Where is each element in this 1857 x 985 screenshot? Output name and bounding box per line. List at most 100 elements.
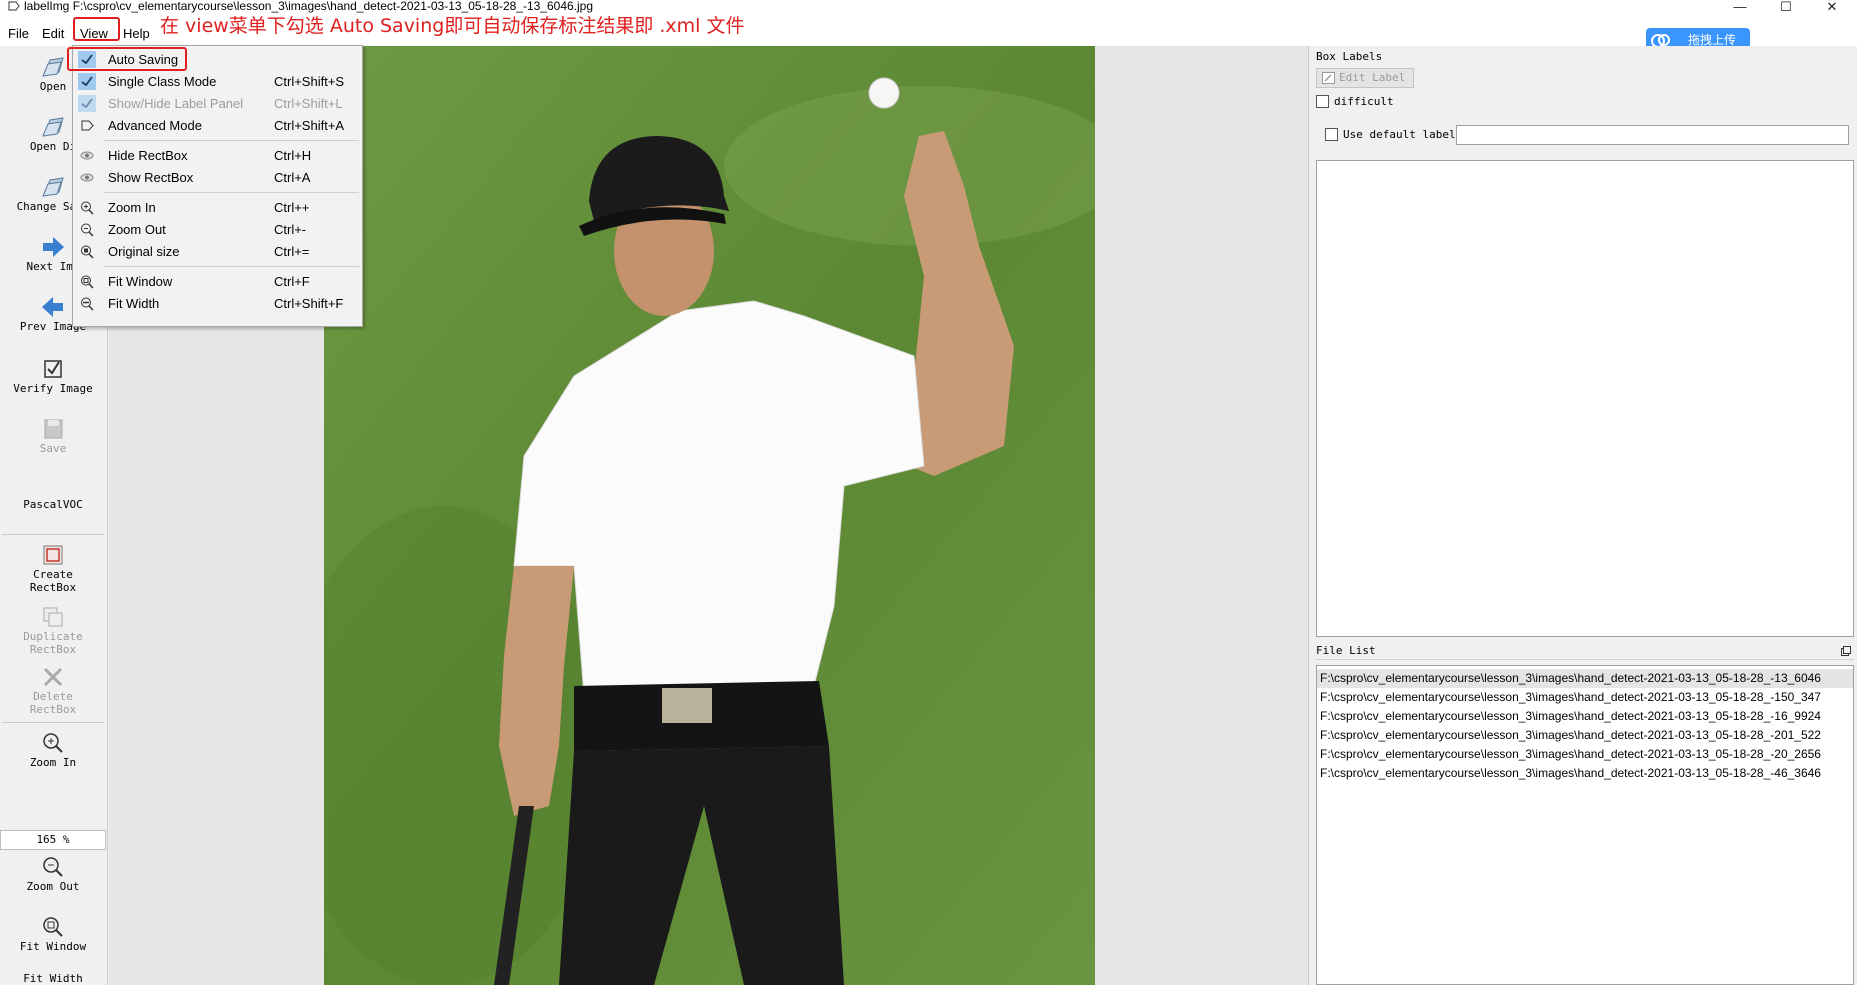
zoom-spinbox[interactable]: 165 %	[0, 830, 106, 850]
toolbar-separator	[2, 722, 104, 723]
arrow-right-icon	[43, 237, 64, 257]
menu-item-shortcut: Ctrl+Shift+A	[274, 118, 345, 133]
file-list-item[interactable]: F:\cspro\cv_elementarycourse\lesson_3\im…	[1317, 745, 1853, 764]
use-default-label-text: Use default label	[1343, 128, 1456, 141]
default-label-input[interactable]	[1456, 125, 1849, 145]
delete-rectbox-label-2: RectBox	[29, 703, 77, 716]
edit-label-text: Edit Label	[1339, 71, 1406, 84]
file-list-title: File List	[1316, 644, 1376, 657]
verify-image-label: Verify Image	[13, 382, 93, 395]
delete-rectbox-button[interactable]: Delete RectBox	[0, 664, 106, 716]
close-button[interactable]: ✕	[1809, 0, 1855, 14]
menu-item-fit-width[interactable]: Fit Width Ctrl+Shift+F	[74, 292, 361, 315]
auto-saving-highlight-box	[67, 47, 187, 71]
edit-icon	[1322, 72, 1335, 84]
menu-item-shortcut: Ctrl+Shift+S	[274, 74, 345, 89]
menu-item-show-hide-label-panel[interactable]: Show/Hide Label Panel Ctrl+Shift+L	[74, 92, 361, 115]
menu-item-zoom-out[interactable]: Zoom Out Ctrl+-	[74, 218, 361, 241]
right-dock: Box Labels Edit Label difficult Use defa…	[1312, 46, 1857, 985]
open-label: Open	[39, 80, 67, 93]
view-menu-highlight-box	[73, 17, 120, 41]
save-label: Save	[39, 442, 67, 455]
menu-item-shortcut: Ctrl+Shift+F	[274, 296, 344, 311]
golfer-photo	[324, 46, 1095, 985]
zoom-out-label: Zoom Out	[26, 880, 80, 893]
menu-item-original-size[interactable]: Original size Ctrl+=	[74, 240, 361, 263]
duplicate-rectbox-button[interactable]: Duplicate RectBox	[0, 604, 106, 656]
menu-item-label: Zoom In	[108, 200, 156, 215]
verify-image-button[interactable]: Verify Image	[0, 356, 106, 395]
checkbox-icon	[44, 360, 62, 378]
duplicate-rectbox-label-2: RectBox	[29, 643, 77, 656]
create-rectbox-label-1: Create	[33, 568, 73, 581]
file-list-item[interactable]: F:\cspro\cv_elementarycourse\lesson_3\im…	[1317, 688, 1853, 707]
create-rectbox-icon	[43, 545, 63, 565]
expert-icon	[81, 120, 94, 131]
zoom-out-icon	[81, 223, 94, 237]
fit-window-label: Fit Window	[19, 940, 87, 953]
file-list-item[interactable]: F:\cspro\cv_elementarycourse\lesson_3\im…	[1317, 764, 1853, 783]
menu-item-shortcut: Ctrl+-	[274, 222, 307, 237]
menu-edit[interactable]: Edit	[42, 26, 64, 41]
menu-item-zoom-in[interactable]: Zoom In Ctrl++	[74, 196, 361, 219]
menu-item-shortcut: Ctrl+=	[274, 244, 310, 259]
menu-item-fit-window[interactable]: Fit Window Ctrl+F	[74, 270, 361, 293]
fit-window-icon	[81, 275, 94, 289]
menu-item-shortcut: Ctrl+Shift+L	[274, 96, 343, 111]
file-list-item[interactable]: F:\cspro\cv_elementarycourse\lesson_3\im…	[1317, 726, 1853, 745]
menu-item-shortcut: Ctrl+H	[274, 148, 312, 163]
open-icon	[42, 57, 64, 77]
menu-separator	[104, 192, 359, 193]
menu-item-shortcut: Ctrl+F	[274, 274, 310, 289]
arrow-left-icon	[42, 297, 63, 317]
delete-rectbox-label-1: Delete	[33, 690, 73, 703]
duplicate-icon	[43, 607, 63, 627]
menu-item-label: Zoom Out	[108, 222, 166, 237]
zoom-in-label: Zoom In	[29, 756, 77, 769]
menu-item-label: Fit Window	[108, 274, 173, 289]
fit-width-label: Fit Width	[23, 972, 83, 985]
menu-item-shortcut: Ctrl+A	[274, 170, 311, 185]
delete-icon	[43, 667, 63, 687]
menu-item-label: Single Class Mode	[108, 74, 217, 89]
float-dock-icon[interactable]	[1841, 646, 1851, 656]
check-icon	[81, 76, 93, 87]
use-default-label-checkbox[interactable]	[1325, 128, 1338, 141]
menu-item-single-class-mode[interactable]: Single Class Mode Ctrl+Shift+S	[74, 70, 361, 93]
toolbar-separator	[2, 534, 104, 535]
create-rectbox-label-2: RectBox	[29, 581, 77, 594]
zoom-out-icon	[43, 857, 63, 877]
menu-item-label: Original size	[108, 244, 180, 259]
edit-label-button[interactable]: Edit Label	[1316, 68, 1414, 88]
menu-item-shortcut: Ctrl++	[274, 200, 310, 215]
view-menu-dropdown: Auto Saving Single Class Mode Ctrl+Shift…	[72, 45, 363, 327]
menu-item-label: Hide RectBox	[108, 148, 188, 163]
file-list-item[interactable]: F:\cspro\cv_elementarycourse\lesson_3\im…	[1317, 669, 1853, 688]
zoom-out-button[interactable]: Zoom Out	[0, 854, 106, 893]
difficult-checkbox[interactable]	[1316, 95, 1329, 108]
menu-item-advanced-mode[interactable]: Advanced Mode Ctrl+Shift+A	[74, 114, 361, 137]
save-button[interactable]: Save	[0, 416, 106, 455]
maximize-button[interactable]: ☐	[1763, 0, 1809, 14]
minimize-button[interactable]: —	[1717, 0, 1763, 14]
save-icon	[44, 419, 63, 439]
tutorial-annotation: 在 view菜单下勾选 Auto Saving即可自动保存标注结果即 .xml …	[160, 15, 745, 37]
change-save-icon	[42, 177, 64, 197]
label-list[interactable]	[1316, 160, 1854, 637]
box-labels-title: Box Labels	[1316, 50, 1383, 63]
format-toggle-button[interactable]: PascalVOC	[0, 498, 106, 511]
menu-file[interactable]: File	[8, 26, 29, 41]
zoom-in-icon	[43, 733, 63, 753]
menu-item-show-rectbox[interactable]: Show RectBox Ctrl+A	[74, 166, 361, 189]
zoom-in-button[interactable]: Zoom In	[0, 730, 106, 769]
fit-width-button[interactable]: Fit Width	[0, 972, 106, 985]
check-icon	[81, 98, 93, 109]
file-list-item[interactable]: F:\cspro\cv_elementarycourse\lesson_3\im…	[1317, 707, 1853, 726]
file-list[interactable]: F:\cspro\cv_elementarycourse\lesson_3\im…	[1316, 665, 1854, 985]
fit-window-button[interactable]: Fit Window	[0, 914, 106, 953]
duplicate-rectbox-label-1: Duplicate	[23, 630, 83, 643]
menu-help[interactable]: Help	[123, 26, 150, 41]
menu-item-hide-rectbox[interactable]: Hide RectBox Ctrl+H	[74, 144, 361, 167]
create-rectbox-button[interactable]: Create RectBox	[0, 542, 106, 594]
open-dir-icon	[42, 117, 64, 137]
